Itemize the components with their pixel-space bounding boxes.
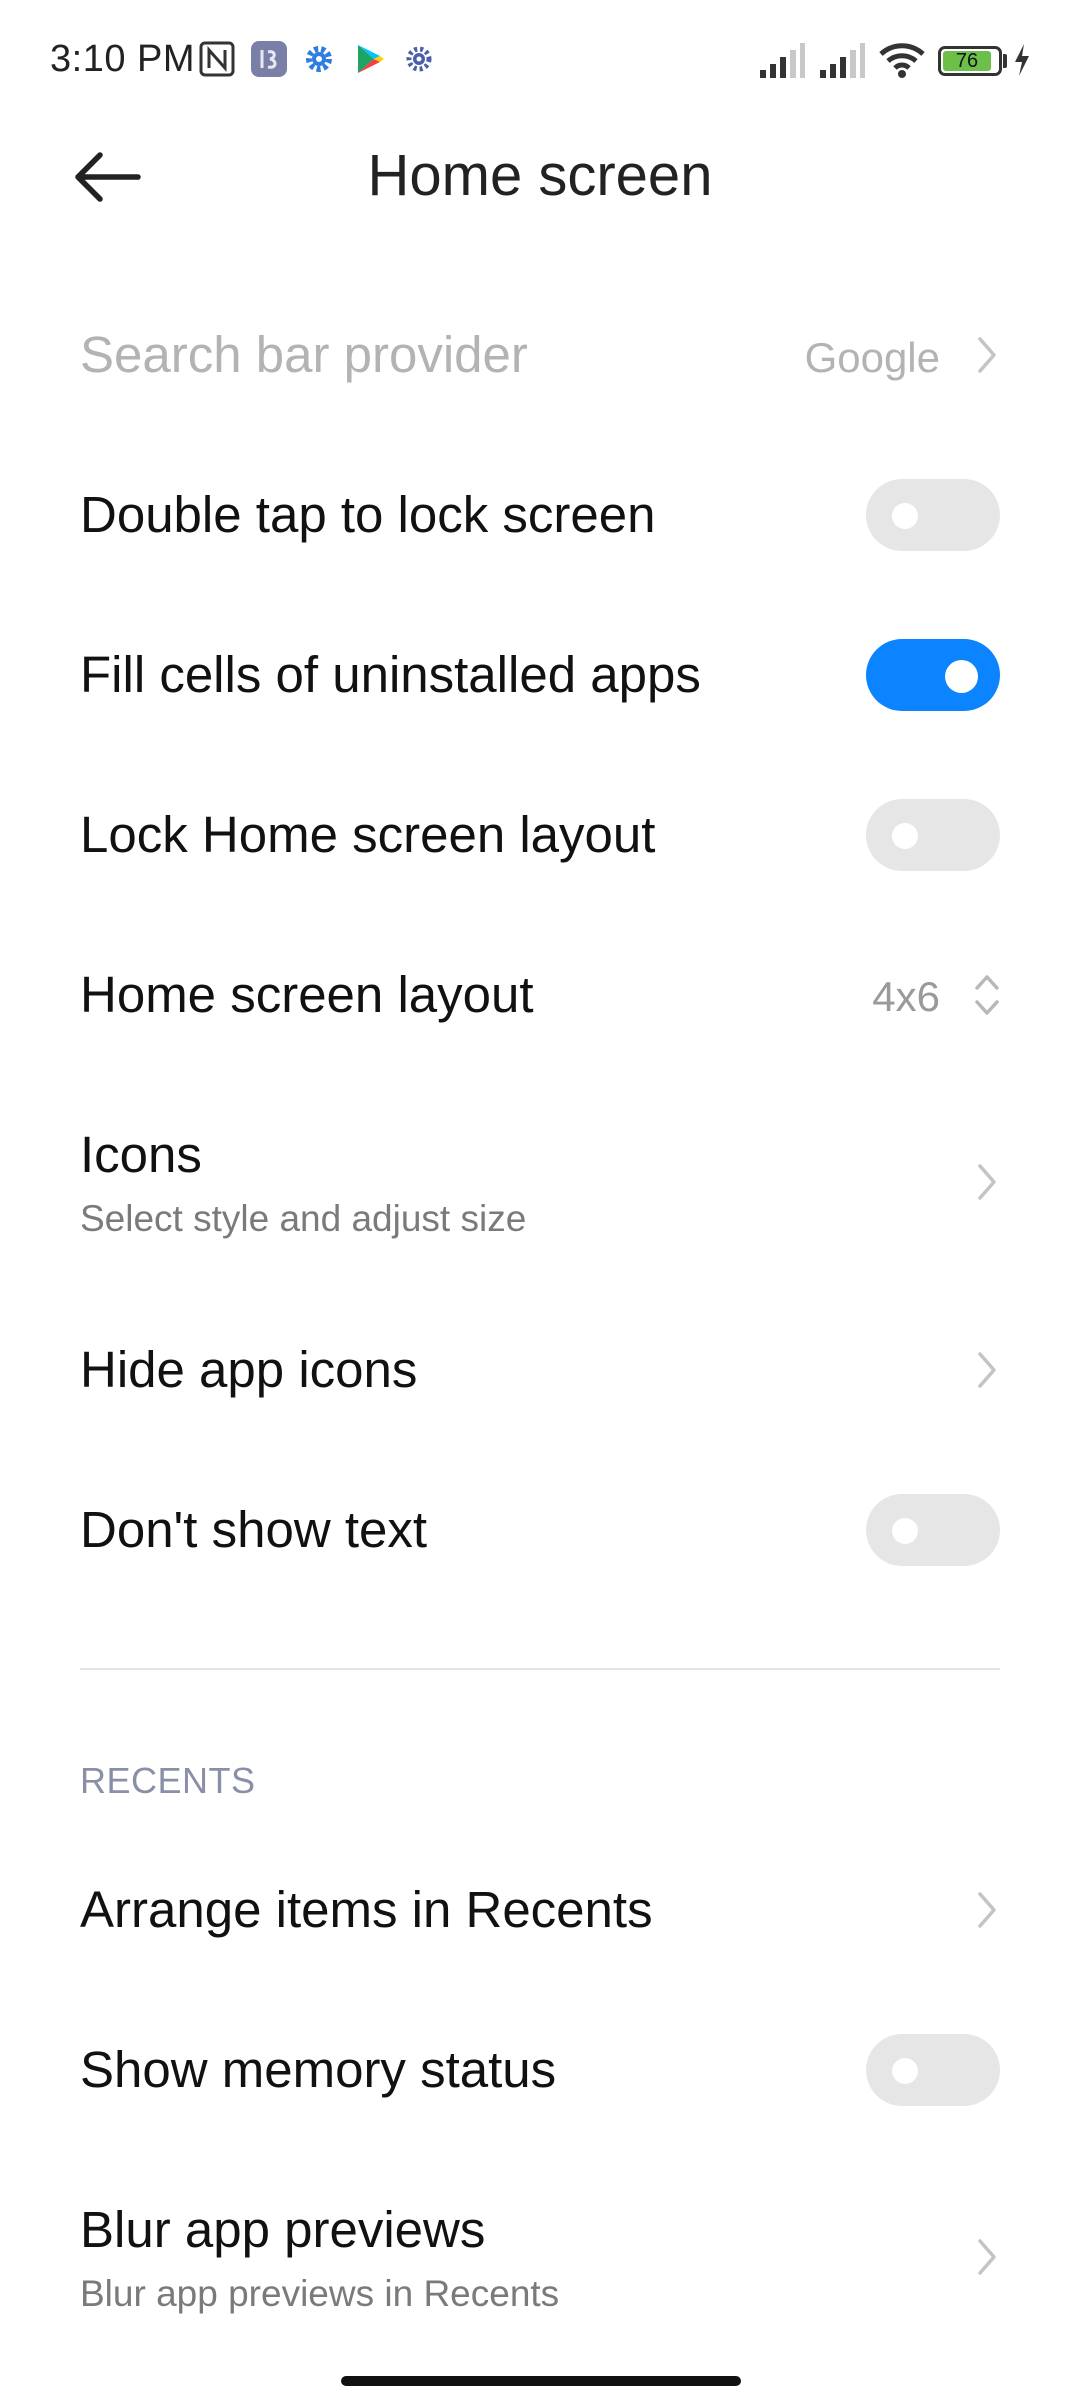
chevron-right-icon — [978, 1164, 996, 1200]
lock-layout-toggle[interactable] — [866, 799, 1000, 871]
home-layout-label: Home screen layout — [80, 966, 534, 1023]
memory-status-row[interactable]: Show memory status — [0, 2015, 1080, 2125]
signal-icon-2 — [820, 43, 865, 78]
fill-cells-label: Fill cells of uninstalled apps — [80, 646, 701, 703]
battery-level: 76 — [955, 50, 979, 72]
home-screen-settings: 3:10 PM 76 Home screen Search bar provid… — [0, 0, 1080, 2400]
dont-show-text-toggle[interactable] — [866, 1494, 1000, 1566]
nfc-icon — [199, 41, 235, 77]
chevron-right-icon — [978, 1352, 996, 1388]
lock-layout-row[interactable]: Lock Home screen layout — [0, 780, 1080, 890]
home-layout-row[interactable]: Home screen layout 4x6 — [0, 940, 1080, 1050]
home-layout-value: 4x6 — [872, 973, 940, 1020]
memory-status-label: Show memory status — [80, 2041, 557, 2098]
section-divider — [80, 1668, 1000, 1670]
chevron-right-icon — [978, 2239, 996, 2275]
icons-subtitle: Select style and adjust size — [80, 1198, 527, 1239]
hide-app-icons-label: Hide app icons — [80, 1341, 418, 1398]
fill-cells-row[interactable]: Fill cells of uninstalled apps — [0, 620, 1080, 730]
settings-gear-small-icon — [406, 46, 432, 72]
battery-icon: 76 — [938, 46, 1002, 76]
page-title: Home screen — [367, 143, 713, 208]
search-bar-provider-row[interactable]: Search bar provider Google — [0, 300, 1080, 410]
arrange-items-row[interactable]: Arrange items in Recents — [0, 1855, 1080, 1965]
fill-cells-toggle[interactable] — [866, 639, 1000, 711]
arrange-items-label: Arrange items in Recents — [80, 1881, 653, 1938]
search-bar-provider-value: Google — [804, 334, 940, 381]
chevron-right-icon — [978, 1892, 996, 1928]
double-tap-lock-toggle[interactable] — [866, 479, 1000, 551]
icons-label: Icons — [80, 1126, 202, 1183]
signal-icon — [760, 43, 805, 78]
status-bar: 3:10 PM 76 — [0, 0, 1080, 120]
memory-status-toggle[interactable] — [866, 2034, 1000, 2106]
play-store-icon — [358, 45, 384, 73]
header: Home screen — [0, 120, 1080, 230]
blur-previews-label: Blur app previews — [80, 2201, 486, 2258]
double-tap-lock-row[interactable]: Double tap to lock screen — [0, 460, 1080, 570]
app-13-icon — [251, 41, 287, 77]
status-time: 3:10 PM — [50, 38, 196, 80]
dont-show-text-row[interactable]: Don't show text — [0, 1475, 1080, 1585]
dont-show-text-label: Don't show text — [80, 1501, 428, 1558]
hide-app-icons-row[interactable]: Hide app icons — [0, 1315, 1080, 1425]
lock-layout-label: Lock Home screen layout — [80, 806, 656, 863]
home-indicator[interactable] — [341, 2376, 741, 2386]
wifi-icon — [879, 43, 925, 78]
chevron-right-icon — [978, 337, 996, 373]
battery-tip — [1003, 54, 1007, 68]
icons-row[interactable]: Icons Select style and adjust size — [0, 1100, 1080, 1250]
search-bar-provider-label: Search bar provider — [80, 326, 528, 383]
recents-section-header: RECENTS — [80, 1760, 256, 1801]
double-tap-lock-label: Double tap to lock screen — [80, 486, 656, 543]
blur-previews-row[interactable]: Blur app previews Blur app previews in R… — [0, 2175, 1080, 2325]
blur-previews-subtitle: Blur app previews in Recents — [80, 2273, 560, 2314]
chevron-up-down-icon — [975, 975, 999, 1015]
settings-gear-icon — [306, 46, 332, 72]
charging-bolt-icon — [1015, 44, 1029, 76]
